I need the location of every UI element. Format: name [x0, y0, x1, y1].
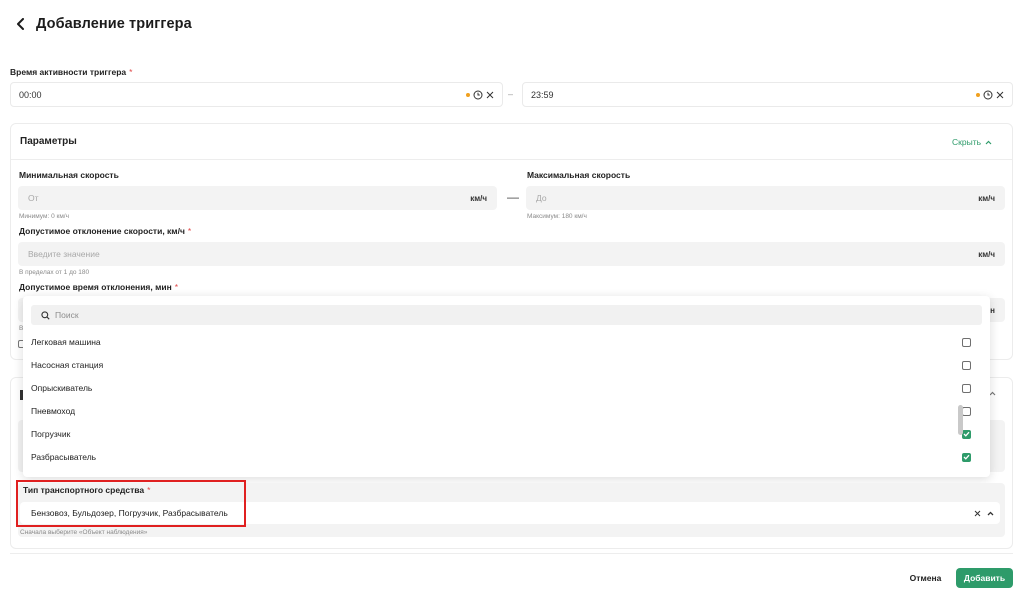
item-label: Пневмоход: [31, 406, 76, 416]
page-header: Добавление триггера: [12, 13, 192, 35]
item-checkbox-checked[interactable]: [962, 452, 971, 462]
clock-icon[interactable]: [983, 90, 993, 100]
min-speed-placeholder: От: [28, 193, 39, 203]
deviation-time-label-text: Допустимое время отклонения, мин: [19, 282, 172, 292]
dropdown-item-loader[interactable]: Погрузчик: [31, 423, 971, 445]
dropdown-item-pneumatic-vehicle[interactable]: Пневмоход: [31, 400, 971, 422]
hide-label: Скрыть: [952, 137, 982, 147]
start-time-value: 00:00: [19, 89, 42, 100]
highlight-box: [16, 480, 246, 527]
required-mark: *: [174, 282, 179, 292]
deviation-input[interactable]: Введите значение км/ч: [18, 242, 1005, 266]
clear-icon[interactable]: [486, 91, 494, 99]
item-checkbox[interactable]: [962, 383, 971, 393]
deviation-placeholder: Введите значение: [28, 249, 100, 259]
dropdown-item-sprayer[interactable]: Опрыскиватель: [31, 377, 971, 399]
item-checkbox-checked[interactable]: [962, 429, 971, 439]
time-range-dash: –: [508, 89, 514, 99]
dropdown-search-input[interactable]: Поиск: [31, 305, 982, 325]
max-speed-label: Максимальная скорость: [527, 170, 631, 180]
search-icon: [41, 310, 50, 320]
clock-icon[interactable]: [473, 90, 483, 100]
deviation-hint: В пределах от 1 до 180: [19, 269, 90, 276]
status-dot-icon: [976, 92, 980, 97]
dropdown-item-spreader[interactable]: Разбрасыватель: [31, 446, 971, 468]
item-label: Опрыскиватель: [31, 383, 93, 393]
item-label: Разбрасыватель: [31, 452, 97, 462]
activity-time-label: Время активности триггера *: [10, 67, 132, 77]
required-mark: *: [187, 226, 192, 236]
hide-parameters-link[interactable]: Скрыть: [952, 137, 992, 147]
activity-time-label-text: Время активности триггера: [10, 67, 127, 77]
check-icon: [963, 454, 970, 460]
footer-divider: [10, 553, 1013, 554]
parameters-title: Параметры: [20, 136, 77, 147]
start-time-input[interactable]: 00:00: [10, 82, 503, 107]
deviation-label: Допустимое отклонение скорости, км/ч *: [19, 226, 191, 236]
min-speed-unit: км/ч: [470, 193, 487, 203]
check-icon: [963, 431, 970, 437]
vehicle-type-hint: Сначала выберите «Объект наблюдения»: [20, 529, 148, 536]
page-title: Добавление триггера: [36, 16, 192, 32]
cancel-button[interactable]: Отмена: [901, 568, 950, 588]
min-speed-hint: Минимум: 0 км/ч: [19, 213, 69, 220]
item-label: Погрузчик: [31, 429, 71, 439]
item-checkbox[interactable]: [962, 360, 971, 370]
required-mark: *: [129, 67, 133, 77]
dropdown-scrollbar[interactable]: [958, 405, 963, 435]
dropdown-item-passenger-car[interactable]: Легковая машина: [31, 331, 971, 353]
chevron-up-icon[interactable]: [989, 391, 996, 396]
add-button[interactable]: Добавить: [956, 568, 1013, 588]
card-divider: [11, 159, 1012, 160]
end-time-value: 23:59: [531, 89, 554, 100]
max-speed-placeholder: До: [536, 193, 547, 203]
min-speed-input[interactable]: От км/ч: [18, 186, 497, 210]
item-label: Легковая машина: [31, 337, 101, 347]
search-placeholder: Поиск: [55, 310, 79, 320]
item-checkbox[interactable]: [962, 337, 971, 347]
max-speed-input[interactable]: До км/ч: [526, 186, 1005, 210]
deviation-unit: км/ч: [978, 249, 995, 259]
max-speed-unit: км/ч: [978, 193, 995, 203]
item-label: Насосная станция: [31, 360, 104, 370]
clear-icon[interactable]: [996, 91, 1004, 99]
vehicle-type-dropdown: Поиск Легковая машина Насосная станция О…: [23, 296, 990, 477]
dropdown-item-pump-station[interactable]: Насосная станция: [31, 354, 971, 376]
item-checkbox[interactable]: [962, 406, 971, 416]
end-time-input[interactable]: 23:59: [522, 82, 1013, 107]
chevron-up-icon: [985, 140, 992, 144]
back-button[interactable]: [12, 14, 28, 34]
min-speed-label: Минимальная скорость: [19, 170, 119, 180]
speed-range-dash: —: [507, 190, 519, 204]
chevron-left-icon: [16, 18, 24, 30]
deviation-time-label: Допустимое время отклонения, мин *: [19, 282, 178, 292]
max-speed-hint: Максимум: 180 км/ч: [527, 213, 587, 220]
chevron-up-icon[interactable]: [987, 511, 994, 516]
clear-icon[interactable]: [974, 510, 981, 517]
status-dot-icon: [466, 92, 470, 97]
deviation-label-text: Допустимое отклонение скорости, км/ч: [19, 226, 185, 236]
